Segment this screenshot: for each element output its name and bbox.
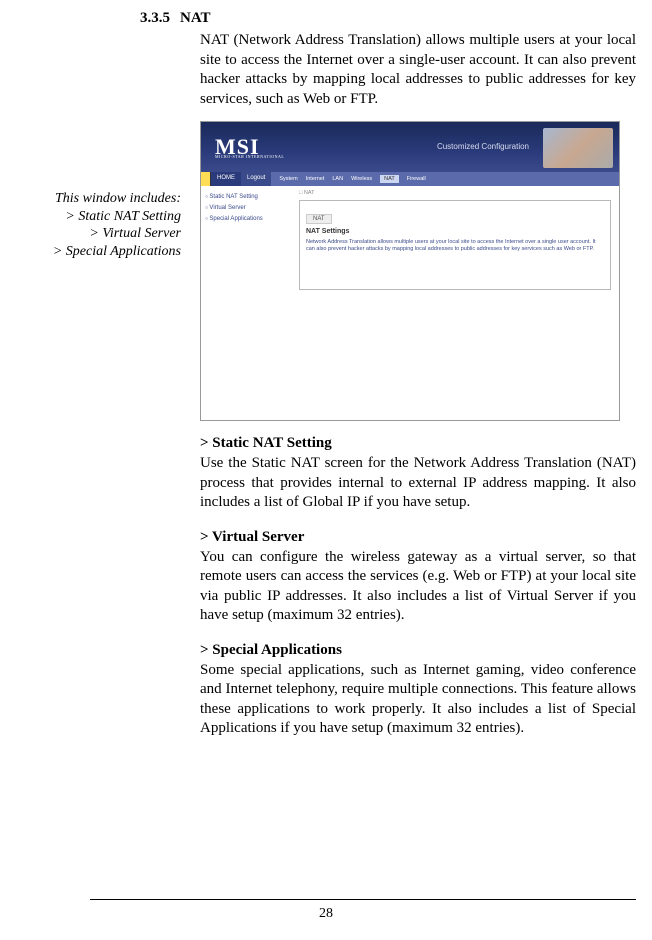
nav-tab-internet[interactable]: Internet xyxy=(306,176,325,182)
header-label: Customized Configuration xyxy=(437,142,529,151)
screenshot-sidebar: Static NAT Setting Virtual Server Specia… xyxy=(201,186,291,420)
screenshot-body: Static NAT Setting Virtual Server Specia… xyxy=(201,186,619,420)
msi-logo-subtitle: MICRO-STAR INTERNATIONAL xyxy=(215,154,284,159)
screenshot-main: □ NAT NAT NAT Settings Network Address T… xyxy=(291,186,619,420)
nav-tabs: System Internet LAN Wireless NAT Firewal… xyxy=(271,172,619,186)
subsection-text: Some special applications, such as Inter… xyxy=(200,661,636,739)
footer-rule xyxy=(90,899,636,900)
subsection-text: You can configure the wireless gateway a… xyxy=(200,548,636,626)
margin-note-item: > Static NAT Setting xyxy=(0,208,181,226)
panel-tab: NAT xyxy=(306,214,332,224)
section-number: 3.3.5 xyxy=(140,10,170,27)
margin-note: This window includes: > Static NAT Setti… xyxy=(0,190,185,260)
nav-tab-firewall[interactable]: Firewall xyxy=(407,176,426,182)
side-item-special-apps[interactable]: Special Applications xyxy=(205,214,287,225)
margin-note-item: > Virtual Server xyxy=(0,225,181,243)
nav-tab-wireless[interactable]: Wireless xyxy=(351,176,372,182)
page-number: 28 xyxy=(0,906,652,922)
margin-note-item: > Special Applications xyxy=(0,243,181,261)
nav-indicator xyxy=(201,172,211,186)
screenshot-navbar: HOME Logout System Internet LAN Wireless… xyxy=(201,172,619,186)
side-item-static-nat[interactable]: Static NAT Setting xyxy=(205,192,287,203)
subsection-static-nat: > Static NAT Setting Use the Static NAT … xyxy=(200,435,636,513)
screenshot-panel: NAT NAT Settings Network Address Transla… xyxy=(299,200,611,290)
nav-tab-system[interactable]: System xyxy=(279,176,297,182)
subsection-heading: > Static NAT Setting xyxy=(200,435,636,452)
section-header: 3.3.5 NAT xyxy=(0,10,636,27)
router-screenshot: MSI MICRO-STAR INTERNATIONAL Customized … xyxy=(200,121,620,421)
screenshot-breadcrumb: □ NAT xyxy=(299,190,611,196)
header-photo xyxy=(543,128,613,168)
subsection-text: Use the Static NAT screen for the Networ… xyxy=(200,454,636,513)
subsection-heading: > Special Applications xyxy=(200,642,636,659)
nav-tab-lan[interactable]: LAN xyxy=(332,176,343,182)
screenshot-header: MSI MICRO-STAR INTERNATIONAL Customized … xyxy=(201,122,619,172)
subsection-special-applications: > Special Applications Some special appl… xyxy=(200,642,636,739)
margin-note-heading: This window includes: xyxy=(0,190,181,208)
panel-text: Network Address Translation allows multi… xyxy=(306,239,604,253)
subsection-virtual-server: > Virtual Server You can configure the w… xyxy=(200,529,636,626)
nav-logout[interactable]: Logout xyxy=(241,172,271,186)
nav-home[interactable]: HOME xyxy=(211,172,241,186)
side-item-virtual-server[interactable]: Virtual Server xyxy=(205,203,287,214)
panel-title: NAT Settings xyxy=(306,228,604,235)
nav-tab-nat[interactable]: NAT xyxy=(380,175,399,183)
section-intro-text: NAT (Network Address Translation) allows… xyxy=(200,31,636,109)
subsection-heading: > Virtual Server xyxy=(200,529,636,546)
section-title: NAT xyxy=(180,10,211,27)
